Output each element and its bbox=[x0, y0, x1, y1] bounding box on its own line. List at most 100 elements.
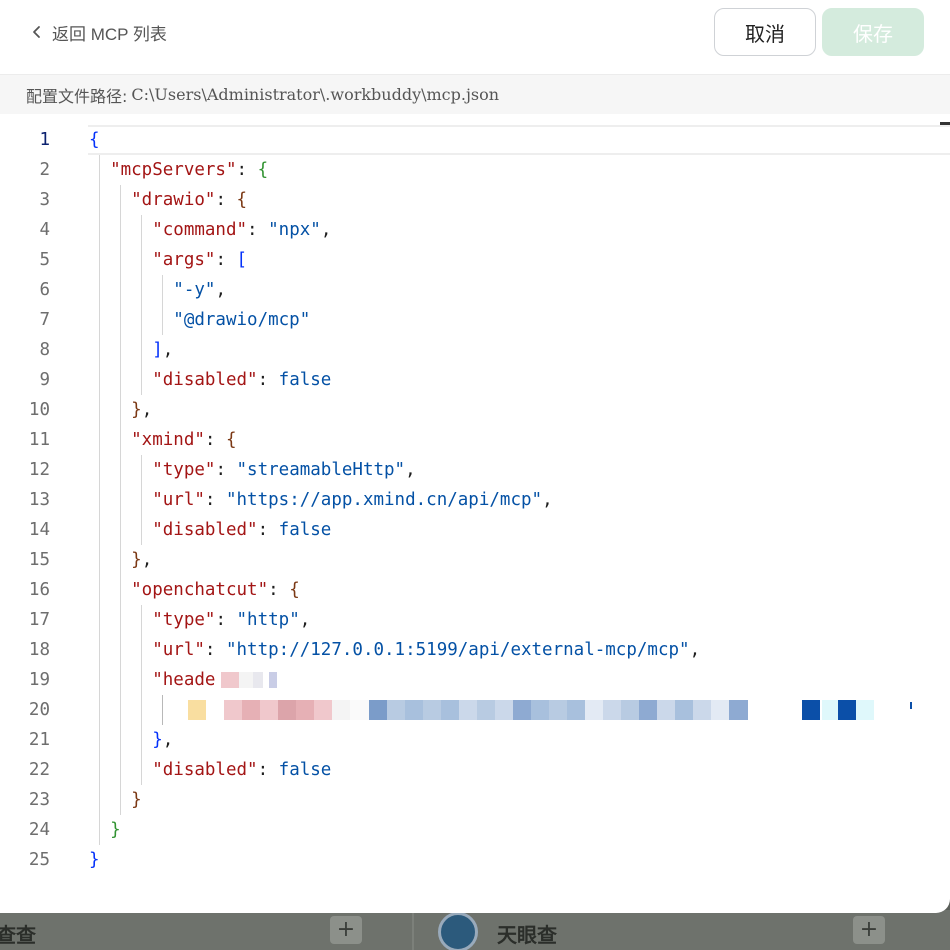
line-number: 24 bbox=[28, 820, 50, 840]
redaction-pixel bbox=[350, 700, 369, 720]
code-token: "disabled" bbox=[89, 520, 258, 540]
code-line: 15 }, bbox=[0, 545, 950, 575]
redaction-pixel bbox=[224, 700, 243, 720]
code-token: , bbox=[405, 460, 416, 480]
code-token: false bbox=[278, 370, 332, 390]
cancel-button[interactable]: 取消 bbox=[714, 8, 816, 56]
code-text: "@drawio/mcp" bbox=[89, 305, 310, 335]
code-line: 11 "xmind": { bbox=[0, 425, 950, 455]
config-path-label: 配置文件路径: bbox=[26, 86, 128, 106]
code-text: "url": "http://127.0.0.1:5199/api/extern… bbox=[89, 635, 700, 665]
line-number: 21 bbox=[28, 730, 50, 750]
code-token: { bbox=[89, 130, 100, 150]
redaction-pixel bbox=[693, 700, 712, 720]
redaction-pixel bbox=[639, 700, 658, 720]
json-code-editor[interactable]: 1{2 "mcpServers": {3 "drawio": {4 "comma… bbox=[0, 114, 950, 894]
code-token: } bbox=[89, 730, 163, 750]
code-line: 8 ], bbox=[0, 335, 950, 365]
code-text: "heade bbox=[89, 665, 215, 695]
redaction-pixel bbox=[423, 700, 442, 720]
redaction-pixel bbox=[260, 700, 279, 720]
redaction-pixel bbox=[603, 700, 622, 720]
line-number: 7 bbox=[39, 310, 50, 330]
config-path-value: C:\Users\Administrator\.workbuddy\mcp.js… bbox=[131, 85, 500, 104]
code-token: "heade bbox=[89, 670, 216, 690]
code-token: , bbox=[320, 220, 332, 240]
editor-header: 返回 MCP 列表 取消 保存 bbox=[0, 0, 950, 74]
code-text: }, bbox=[89, 395, 152, 425]
line-number: 10 bbox=[28, 400, 50, 420]
code-token: "type" bbox=[89, 610, 216, 630]
code-token: } bbox=[89, 850, 100, 870]
code-token: : bbox=[204, 490, 226, 510]
code-token: } bbox=[89, 820, 121, 840]
code-token: "https://app.xmind.cn/api/mcp" bbox=[225, 490, 543, 510]
code-token: false bbox=[278, 520, 332, 540]
redaction-pixel bbox=[910, 702, 912, 709]
code-text: "openchatcut": { bbox=[89, 575, 300, 605]
redaction-pixel bbox=[513, 700, 532, 720]
redaction-pixel bbox=[239, 672, 253, 688]
code-line: 25} bbox=[0, 845, 950, 875]
code-token: } bbox=[89, 550, 142, 570]
code-token: : bbox=[204, 430, 226, 450]
code-text: { bbox=[89, 125, 100, 155]
code-token: "@drawio/mcp" bbox=[89, 310, 311, 330]
code-token: "disabled" bbox=[89, 370, 258, 390]
code-text: } bbox=[89, 815, 121, 845]
code-text: "disabled": false bbox=[89, 515, 331, 545]
redaction-pixel bbox=[621, 700, 640, 720]
code-token: "streamableHttp" bbox=[236, 460, 406, 480]
code-line: 2 "mcpServers": { bbox=[0, 155, 950, 185]
redaction-pixel bbox=[242, 700, 261, 720]
redaction-pixel bbox=[711, 700, 730, 720]
code-text: }, bbox=[89, 545, 152, 575]
code-token: , bbox=[689, 640, 701, 660]
save-button[interactable]: 保存 bbox=[822, 8, 924, 56]
code-token: : bbox=[204, 640, 226, 660]
code-token: "command" bbox=[89, 220, 248, 240]
code-token: { bbox=[225, 430, 237, 450]
code-token: { bbox=[236, 190, 248, 210]
redaction-pixel bbox=[150, 753, 350, 761]
code-line: 12 "type": "streamableHttp", bbox=[0, 455, 950, 485]
code-token: "url" bbox=[89, 640, 205, 660]
line-number: 14 bbox=[28, 520, 50, 540]
line-number: 3 bbox=[39, 190, 50, 210]
redaction-pixel bbox=[838, 700, 856, 720]
code-line: 22 "disabled": false bbox=[0, 755, 950, 785]
line-number: 22 bbox=[28, 760, 50, 780]
code-token: : bbox=[257, 760, 279, 780]
line-number: 5 bbox=[39, 250, 50, 270]
code-token: "http" bbox=[236, 610, 300, 630]
code-token: "mcpServers" bbox=[89, 160, 237, 180]
code-text: } bbox=[89, 845, 100, 875]
code-token: ] bbox=[89, 340, 163, 360]
code-token: } bbox=[89, 400, 142, 420]
code-token: "-y" bbox=[89, 280, 216, 300]
code-text: ], bbox=[89, 335, 173, 365]
redaction-pixel bbox=[441, 700, 460, 720]
code-token: "drawio" bbox=[89, 190, 216, 210]
code-token: , bbox=[141, 400, 153, 420]
background-divider bbox=[412, 910, 414, 950]
background-add-button[interactable]: + bbox=[330, 916, 362, 944]
code-token: : bbox=[215, 460, 237, 480]
line-number: 15 bbox=[28, 550, 50, 570]
chevron-left-icon bbox=[33, 26, 40, 38]
code-token: false bbox=[278, 760, 332, 780]
code-line: 1{ bbox=[0, 125, 950, 155]
redaction-pixel bbox=[585, 700, 604, 720]
code-token: "disabled" bbox=[89, 760, 258, 780]
redaction-pixel bbox=[387, 700, 406, 720]
line-number: 19 bbox=[28, 670, 50, 690]
background-add-button-2[interactable]: + bbox=[853, 916, 885, 944]
back-to-mcp-list-link[interactable]: 返回 MCP 列表 bbox=[30, 20, 167, 44]
code-token: "http://127.0.0.1:5199/api/external-mcp/… bbox=[225, 640, 690, 660]
code-token: , bbox=[162, 730, 174, 750]
code-line: 17 "type": "http", bbox=[0, 605, 950, 635]
redaction-pixel bbox=[269, 672, 277, 688]
redaction-pixel bbox=[549, 700, 568, 720]
code-text: "command": "npx", bbox=[89, 215, 331, 245]
code-line: 21 }, bbox=[0, 725, 950, 755]
